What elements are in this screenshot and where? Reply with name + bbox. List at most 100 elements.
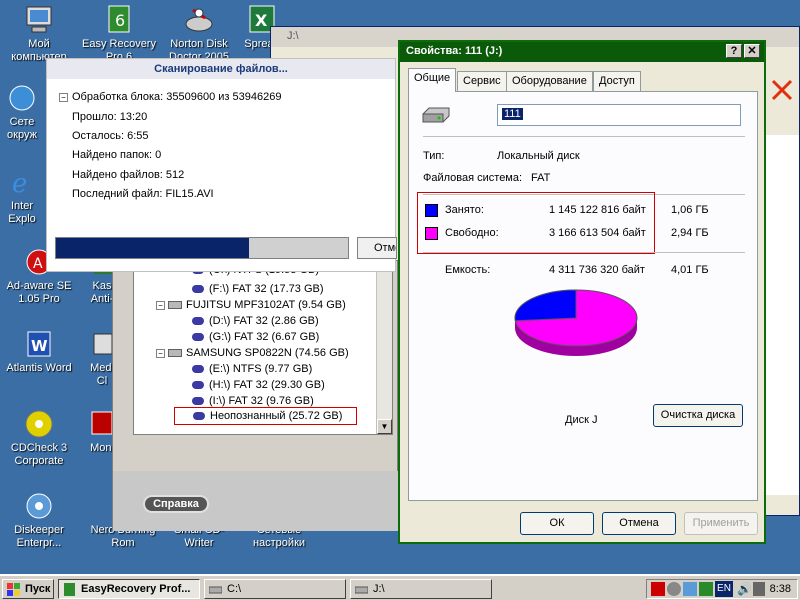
capacity-gb: 4,01 ГБ (671, 264, 709, 276)
disk-cleanup-button[interactable]: Очистка диска (653, 404, 743, 427)
tree-item-drive[interactable]: (F:\) FAT 32 (17.73 GB) (192, 283, 324, 295)
easy-recovery-icon: 6 (103, 4, 135, 36)
easy-recovery-icon (63, 583, 76, 596)
network-places-shortcut[interactable]: Сете окруж (0, 82, 44, 142)
type-value: Локальный диск (497, 150, 580, 162)
recovery-window[interactable]: (C:\) NTFS (19.53 GB) (F:\) FAT 32 (17.7… (112, 260, 399, 531)
volume-icon[interactable]: 🔊 (737, 582, 752, 596)
help-button[interactable]: Справка (143, 495, 209, 513)
taskbar-button-label: J:\ (373, 583, 385, 595)
cd-icon (23, 408, 55, 440)
taskbar-button-c-drive[interactable]: C:\ (204, 579, 346, 599)
easy-recovery-shortcut[interactable]: 6 Easy Recovery Pro 6 (80, 4, 158, 64)
start-button[interactable]: Пуск (2, 579, 54, 599)
tree-item-label: (F:\) FAT 32 (17.73 GB) (209, 283, 324, 295)
svg-text:X: X (255, 11, 268, 30)
atlantis-word-shortcut[interactable]: W Atlantis Word (0, 328, 78, 375)
tree-item-unrecognized[interactable]: Неопознанный (25.72 GB) (174, 407, 358, 425)
collapse-icon[interactable]: − (156, 300, 165, 310)
scroll-down-icon[interactable]: ▼ (377, 419, 392, 434)
cdcheck-shortcut[interactable]: CDCheck 3 Corporate (0, 408, 78, 468)
norton-disk-doctor-shortcut[interactable]: Norton Disk Doctor 2005 (160, 4, 238, 64)
desktop-icon-label: CDCheck 3 Corporate (10, 442, 68, 467)
taskbar-button-j-drive[interactable]: J:\ (350, 579, 492, 599)
taskbar-button-easyrecovery[interactable]: EasyRecovery Prof... (58, 579, 200, 599)
norton-disk-doctor-icon (183, 4, 215, 36)
capacity-bytes: 4 311 736 320 байт (549, 264, 645, 276)
free-gb: 2,94 ГБ (671, 227, 709, 239)
cancel-button[interactable]: Отмена (602, 512, 676, 535)
explorer-title: J:\ (287, 30, 299, 42)
properties-dialog[interactable]: Свойства: 111 (J:) ? ✕ Общие Сервис Обор… (398, 40, 766, 544)
recovery-footer: Справка (113, 471, 399, 531)
delete-icon[interactable] (769, 77, 795, 103)
last-file: Последний файл: FIL15.AVI (72, 188, 214, 200)
type-label: Тип: (423, 150, 445, 162)
files-found: Найдено файлов: 512 (72, 169, 185, 181)
svg-text:W: W (31, 337, 48, 355)
drive-icon (192, 381, 204, 390)
drive-icon (354, 583, 369, 596)
divider (423, 136, 745, 137)
drive-tree[interactable]: (C:\) NTFS (19.53 GB) (F:\) FAT 32 (17.7… (133, 263, 393, 435)
remaining-time: Осталось: 6:55 (72, 130, 149, 142)
app-tray-icon[interactable] (683, 582, 697, 596)
svg-text:6: 6 (115, 11, 125, 30)
scan-progress-bar (55, 237, 349, 259)
scan-dialog[interactable]: Сканирование файлов... − Обработка блока… (46, 58, 397, 272)
tree-item-label: FUJITSU MPF3102AT (9.54 GB) (186, 299, 346, 311)
cancel-scan-button[interactable]: Отме (357, 237, 397, 259)
usb-tray-icon[interactable] (753, 582, 765, 596)
tab-hardware[interactable]: Оборудование (506, 71, 593, 91)
used-label: Занято: (445, 204, 484, 216)
clock: 8:38 (769, 583, 791, 595)
tree-item-drive[interactable]: (I:\) FAT 32 (9.76 GB) (192, 395, 314, 407)
pie-used-slice (514, 289, 577, 322)
divider (423, 252, 745, 253)
tree-item-drive[interactable]: (E:\) NTFS (9.77 GB) (192, 363, 312, 375)
tree-item-drive[interactable]: (H:\) FAT 32 (29.30 GB) (192, 379, 325, 391)
tree-item-drive[interactable]: (D:\) FAT 32 (2.86 GB) (192, 315, 319, 327)
collapse-icon[interactable]: − (156, 348, 165, 358)
elapsed-time: Прошло: 13:20 (72, 111, 148, 123)
apply-button[interactable]: Применить (684, 512, 758, 535)
explorer-content[interactable] (763, 135, 799, 495)
language-indicator[interactable]: EN (715, 581, 733, 597)
antivirus-tray-icon[interactable] (651, 582, 665, 596)
computer-icon (23, 4, 55, 36)
volume-label-input[interactable]: 111 (497, 104, 741, 126)
tree-item-drive[interactable]: (G:\) FAT 32 (6.67 GB) (192, 331, 319, 343)
desktop-icon-label: Diskeeper Enterpr... (14, 524, 64, 549)
system-tray: EN 🔊 8:38 (646, 579, 798, 599)
properties-titlebar[interactable]: Свойства: 111 (J:) ? ✕ (400, 42, 764, 62)
tree-item-label: (G:\) FAT 32 (6.67 GB) (209, 331, 320, 343)
disk-name-label: Диск J (565, 414, 598, 426)
network-tray-icon[interactable] (667, 582, 681, 596)
tree-item-label: (D:\) FAT 32 (2.86 GB) (209, 315, 319, 327)
svg-text:A: A (33, 256, 43, 272)
drive-icon (192, 397, 204, 406)
used-space-swatch (425, 204, 438, 217)
internet-explorer-shortcut[interactable]: e Inter Explo (0, 166, 44, 226)
tree-scrollbar[interactable]: ▼ (376, 264, 392, 434)
collapse-icon[interactable]: − (59, 93, 68, 102)
used-bytes: 1 145 122 816 байт (549, 204, 646, 216)
tree-item-label: (I:\) FAT 32 (9.76 GB) (209, 395, 314, 407)
windows-logo-icon (7, 583, 20, 596)
taskbar-button-label: C:\ (227, 583, 242, 595)
diskeeper-shortcut[interactable]: Diskeeper Enterpr... (0, 490, 78, 550)
tree-item-disk[interactable]: − SAMSUNG SP0822N (74.56 GB) (156, 347, 349, 359)
tab-service[interactable]: Сервис (457, 71, 507, 91)
tree-item-disk[interactable]: − FUJITSU MPF3102AT (9.54 GB) (156, 299, 346, 311)
tab-sharing[interactable]: Доступ (593, 71, 641, 91)
monitor-tray-icon[interactable] (699, 582, 713, 596)
my-computer-icon[interactable]: Мой компьютер (0, 4, 78, 64)
close-button[interactable]: ✕ (744, 44, 760, 58)
properties-title: Свойства: 111 (J:) (406, 45, 503, 57)
atlantis-word-icon: W (23, 328, 55, 360)
tree-item-label: (E:\) NTFS (9.77 GB) (209, 363, 313, 375)
tab-general[interactable]: Общие (408, 68, 457, 92)
ok-button[interactable]: ОК (520, 512, 594, 535)
help-question-button[interactable]: ? (726, 44, 742, 58)
filesystem-label: Файловая система: (423, 172, 523, 184)
